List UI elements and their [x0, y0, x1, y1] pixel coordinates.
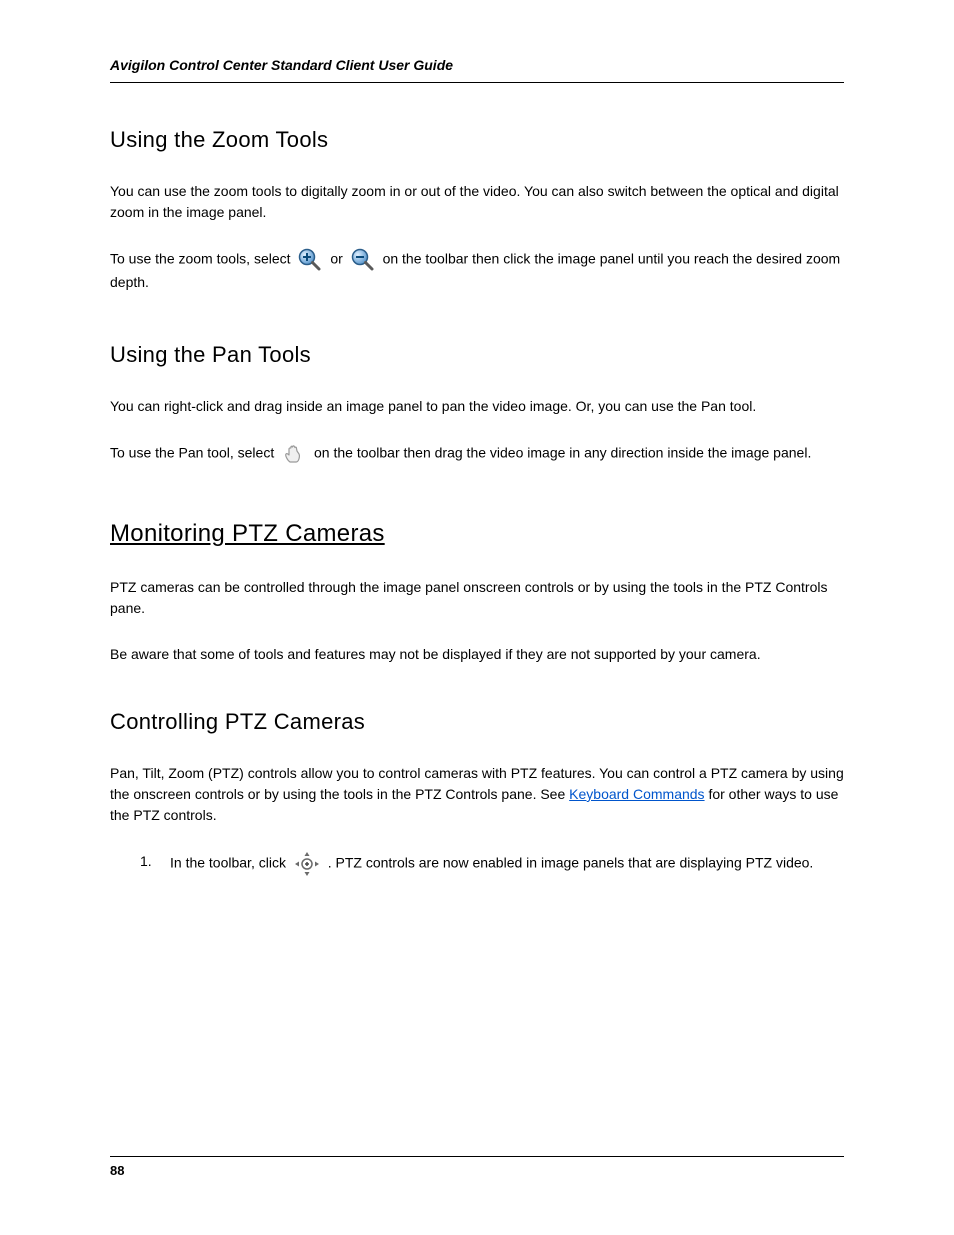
page-footer: 88 — [110, 1156, 844, 1181]
document-page: Avigilon Control Center Standard Client … — [0, 0, 954, 1235]
ptz-control-icon — [294, 851, 320, 877]
zoom-in-icon — [298, 248, 322, 272]
zoom-text-a: To use the zoom tools, select — [110, 251, 294, 267]
pan-instruction-paragraph: To use the Pan tool, select on the toolb… — [110, 442, 844, 466]
zoom-instruction-paragraph: To use the zoom tools, select or — [110, 248, 844, 293]
step-1-text-b: . PTZ controls are now enabled in image … — [328, 855, 814, 871]
heading-monitoring-ptz-cameras: Monitoring PTZ Cameras — [110, 516, 844, 552]
heading-controlling-ptz-cameras: Controlling PTZ Cameras — [110, 705, 844, 738]
step-1: 1. In the toolbar, click . PTZ controls … — [140, 851, 844, 877]
pan-intro-paragraph: You can right-click and drag inside an i… — [110, 396, 844, 417]
ptz-intro-paragraph-2: Be aware that some of tools and features… — [110, 644, 844, 665]
keyboard-commands-link[interactable]: Keyboard Commands — [569, 786, 704, 802]
heading-using-pan-tools: Using the Pan Tools — [110, 338, 844, 371]
hand-pan-icon — [282, 442, 306, 466]
zoom-out-icon — [351, 248, 375, 272]
step-number-1: 1. — [140, 851, 152, 872]
pan-text-b: on the toolbar then drag the video image… — [314, 445, 811, 461]
ptz-intro-paragraph: PTZ cameras can be controlled through th… — [110, 577, 844, 619]
pan-text-a: To use the Pan tool, select — [110, 445, 278, 461]
zoom-intro-paragraph: You can use the zoom tools to digitally … — [110, 181, 844, 223]
heading-using-zoom-tools: Using the Zoom Tools — [110, 123, 844, 156]
ptz-control-intro-paragraph: Pan, Tilt, Zoom (PTZ) controls allow you… — [110, 763, 844, 826]
ordered-steps: 1. In the toolbar, click . PTZ controls … — [110, 851, 844, 877]
running-header: Avigilon Control Center Standard Client … — [110, 55, 844, 83]
page-number: 88 — [110, 1163, 124, 1178]
zoom-text-b: or — [330, 251, 346, 267]
step-1-text-a: In the toolbar, click — [170, 855, 290, 871]
